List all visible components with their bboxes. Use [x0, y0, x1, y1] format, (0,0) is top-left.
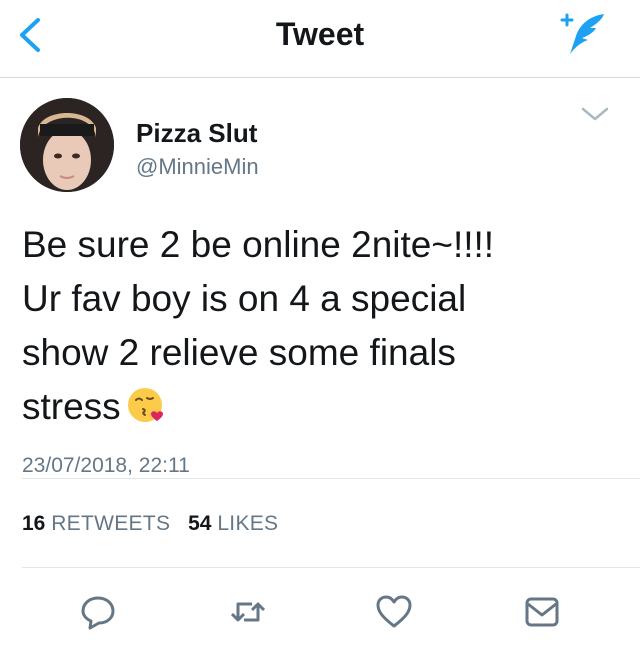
retweets-count: 16 [22, 512, 46, 535]
compose-feather-icon[interactable] [556, 10, 608, 56]
chevron-down-icon[interactable] [578, 102, 612, 126]
display-name[interactable]: Pizza Slut [136, 118, 257, 149]
share-mail-icon[interactable] [520, 590, 564, 634]
like-icon[interactable] [372, 590, 416, 634]
reply-icon[interactable] [76, 590, 120, 634]
tweet-stats: 16 RETWEETS 54 LIKES [22, 512, 290, 536]
likes-label: LIKES [217, 512, 279, 535]
avatar[interactable] [20, 98, 114, 192]
retweets-stat[interactable]: 16 RETWEETS [22, 512, 170, 536]
likes-count: 54 [188, 512, 212, 535]
tweet-text: Be sure 2 be online 2nite~!!!! Ur fav bo… [22, 218, 622, 434]
page-title: Tweet [275, 16, 365, 52]
tweet-text-content: Be sure 2 be online 2nite~!!!! Ur fav bo… [22, 224, 495, 427]
retweet-icon[interactable] [226, 590, 270, 634]
tweet-timestamp: 23/07/2018, 22:11 [22, 454, 190, 477]
divider [22, 567, 640, 568]
divider [22, 478, 640, 479]
action-bar [0, 590, 640, 634]
likes-stat[interactable]: 54 LIKES [188, 512, 278, 536]
user-handle[interactable]: @MinnieMin [136, 154, 259, 180]
avatar-image [20, 98, 114, 192]
kissing-face-with-heart-emoji [127, 388, 163, 422]
app-header: Tweet [0, 0, 640, 78]
retweets-label: RETWEETS [51, 512, 171, 535]
